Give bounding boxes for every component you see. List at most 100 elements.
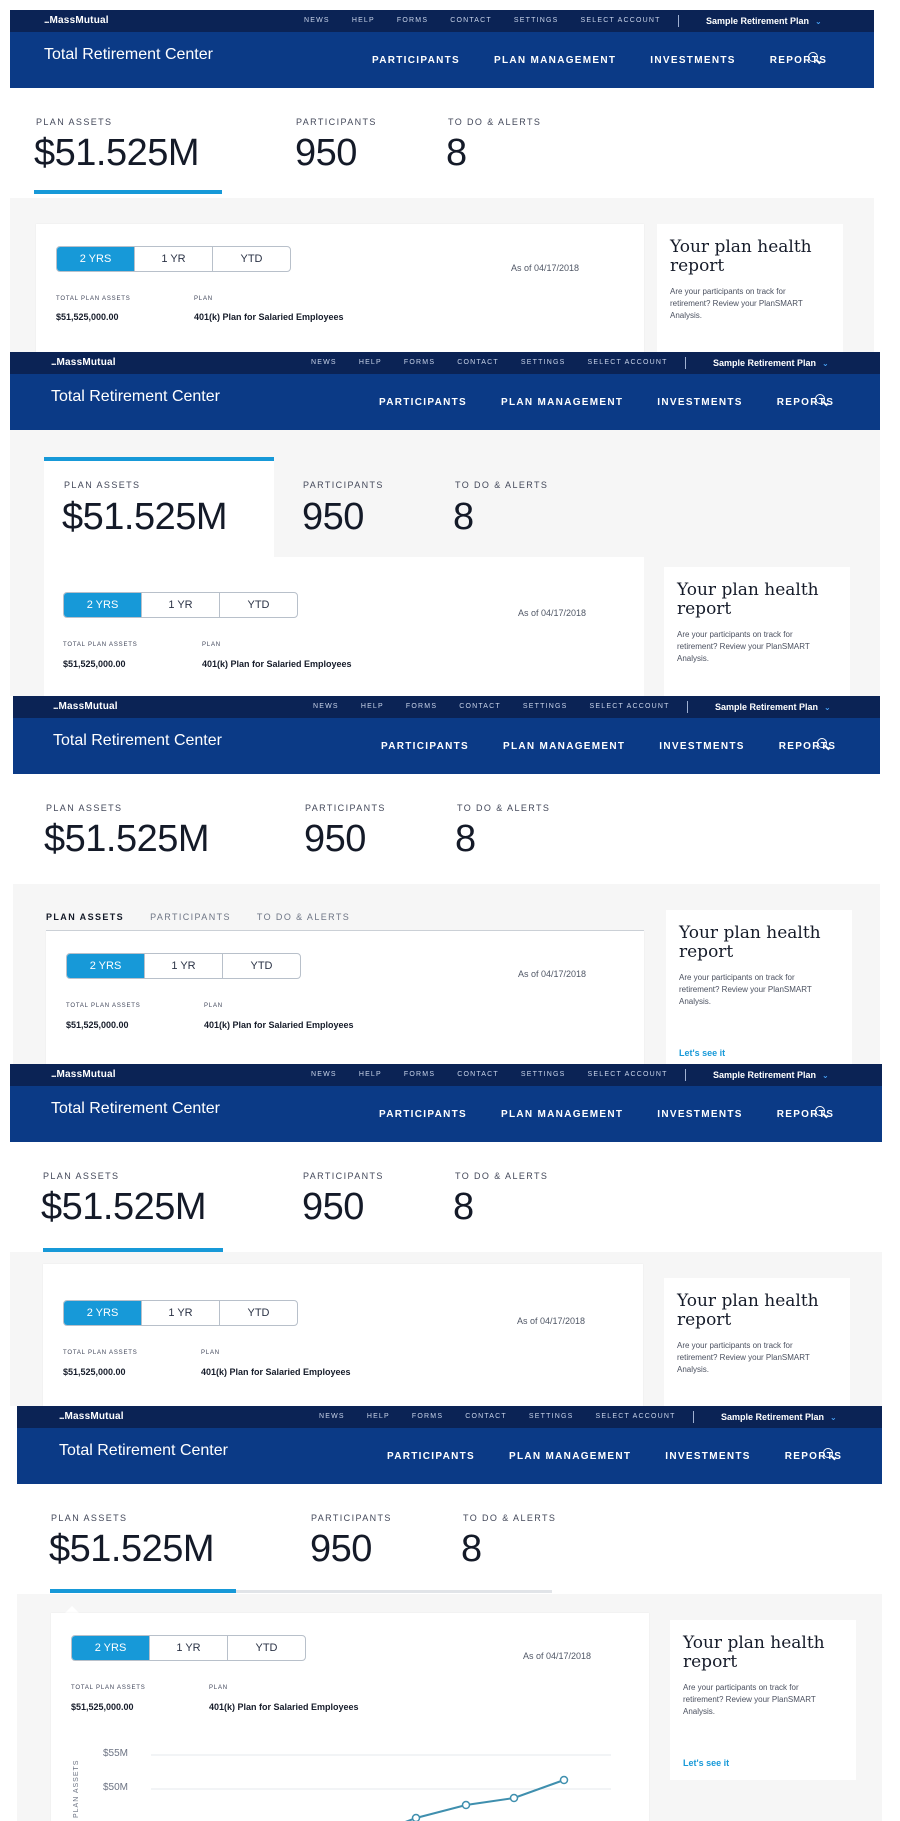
nav-participants[interactable]: PARTICIPANTS <box>381 741 469 752</box>
stat-value-plan-assets[interactable]: $51.525M <box>41 1186 207 1229</box>
utility-link-help[interactable]: HELP <box>361 703 384 710</box>
utility-nav: NEWS HELP FORMS CONTACT SETTINGS SELECT … <box>319 1413 676 1420</box>
massmutual-logo[interactable]: ...MassMutual <box>59 1411 124 1422</box>
plan-selector[interactable]: Sample Retirement Plan ⌄ <box>721 1412 837 1422</box>
plan-selector[interactable]: Sample Retirement Plan ⌄ <box>713 358 829 368</box>
range-ytd-button[interactable]: YTD <box>212 247 290 271</box>
massmutual-logo[interactable]: ...MassMutual <box>51 1069 116 1080</box>
range-1yr-button[interactable]: 1 YR <box>134 247 212 271</box>
search-icon[interactable] <box>817 738 830 751</box>
stat-value-participants[interactable]: 950 <box>310 1528 372 1571</box>
stat-value-plan-assets[interactable]: $51.525M <box>44 818 210 861</box>
stat-label-participants: PARTICIPANTS <box>305 803 386 813</box>
utility-link-settings[interactable]: SETTINGS <box>521 1071 566 1078</box>
utility-link-settings[interactable]: SETTINGS <box>529 1413 574 1420</box>
utility-link-forms[interactable]: FORMS <box>406 703 437 710</box>
utility-link-settings[interactable]: SETTINGS <box>523 703 568 710</box>
range-2yrs-button[interactable]: 2 YRS <box>64 593 141 617</box>
nav-plan-management[interactable]: PLAN MANAGEMENT <box>503 741 625 752</box>
utility-link-select-account[interactable]: SELECT ACCOUNT <box>588 1071 668 1078</box>
nav-participants[interactable]: PARTICIPANTS <box>379 1109 467 1120</box>
utility-link-help[interactable]: HELP <box>359 359 382 366</box>
search-icon[interactable] <box>815 1106 828 1119</box>
range-ytd-button[interactable]: YTD <box>222 954 300 978</box>
range-2yrs-button[interactable]: 2 YRS <box>64 1301 141 1325</box>
utility-link-news[interactable]: NEWS <box>319 1413 345 1420</box>
nav-investments[interactable]: INVESTMENTS <box>650 55 735 66</box>
utility-bar: ...MassMutual NEWS HELP FORMS CONTACT SE… <box>10 1064 882 1086</box>
plan-name: 401(k) Plan for Salaried Employees <box>194 312 344 322</box>
stat-value-participants[interactable]: 950 <box>295 132 357 175</box>
massmutual-logo[interactable]: ...MassMutual <box>53 701 118 712</box>
utility-link-contact[interactable]: CONTACT <box>457 359 499 366</box>
search-icon[interactable] <box>808 52 821 65</box>
app-title[interactable]: Total Retirement Center <box>51 388 220 406</box>
utility-link-contact[interactable]: CONTACT <box>450 17 492 24</box>
range-1yr-button[interactable]: 1 YR <box>141 593 219 617</box>
utility-link-contact[interactable]: CONTACT <box>465 1413 507 1420</box>
plan-selector[interactable]: Sample Retirement Plan ⌄ <box>706 16 822 26</box>
app-title[interactable]: Total Retirement Center <box>53 732 222 750</box>
main-nav: PARTICIPANTS PLAN MANAGEMENT INVESTMENTS… <box>379 1109 834 1120</box>
utility-link-contact[interactable]: CONTACT <box>459 703 501 710</box>
range-ytd-button[interactable]: YTD <box>219 1301 297 1325</box>
stat-value-participants[interactable]: 950 <box>302 1186 364 1229</box>
stat-value-alerts[interactable]: 8 <box>453 1186 474 1229</box>
stat-value-alerts[interactable]: 8 <box>455 818 476 861</box>
stat-value-alerts[interactable]: 8 <box>453 496 474 539</box>
utility-link-help[interactable]: HELP <box>359 1071 382 1078</box>
nav-participants[interactable]: PARTICIPANTS <box>387 1451 475 1462</box>
utility-link-settings[interactable]: SETTINGS <box>514 17 559 24</box>
utility-link-news[interactable]: NEWS <box>313 703 339 710</box>
nav-plan-management[interactable]: PLAN MANAGEMENT <box>509 1451 631 1462</box>
range-2yrs-button[interactable]: 2 YRS <box>57 247 134 271</box>
stat-value-plan-assets[interactable]: $51.525M <box>62 496 228 539</box>
range-1yr-button[interactable]: 1 YR <box>144 954 222 978</box>
range-ytd-button[interactable]: YTD <box>219 593 297 617</box>
stat-value-alerts[interactable]: 8 <box>446 132 467 175</box>
app-title[interactable]: Total Retirement Center <box>51 1100 220 1118</box>
utility-link-select-account[interactable]: SELECT ACCOUNT <box>596 1413 676 1420</box>
utility-link-forms[interactable]: FORMS <box>397 17 428 24</box>
health-link[interactable]: Let's see it <box>683 1758 729 1768</box>
utility-link-contact[interactable]: CONTACT <box>457 1071 499 1078</box>
stat-value-participants[interactable]: 950 <box>304 818 366 861</box>
health-link[interactable]: Let's see it <box>679 1048 725 1058</box>
massmutual-logo[interactable]: ...MassMutual <box>44 15 109 26</box>
utility-link-select-account[interactable]: SELECT ACCOUNT <box>588 359 668 366</box>
range-2yrs-button[interactable]: 2 YRS <box>67 954 144 978</box>
stat-value-plan-assets[interactable]: $51.525M <box>34 132 200 175</box>
stat-value-plan-assets[interactable]: $51.525M <box>49 1528 215 1571</box>
utility-link-help[interactable]: HELP <box>352 17 375 24</box>
app-title[interactable]: Total Retirement Center <box>44 46 213 64</box>
stat-value-participants[interactable]: 950 <box>302 496 364 539</box>
nav-plan-management[interactable]: PLAN MANAGEMENT <box>494 55 616 66</box>
search-icon[interactable] <box>815 394 828 407</box>
massmutual-logo[interactable]: ...MassMutual <box>51 357 116 368</box>
utility-link-select-account[interactable]: SELECT ACCOUNT <box>590 703 670 710</box>
app-title[interactable]: Total Retirement Center <box>59 1442 228 1460</box>
nav-investments[interactable]: INVESTMENTS <box>665 1451 750 1462</box>
utility-link-select-account[interactable]: SELECT ACCOUNT <box>581 17 661 24</box>
nav-plan-management[interactable]: PLAN MANAGEMENT <box>501 397 623 408</box>
utility-link-settings[interactable]: SETTINGS <box>521 359 566 366</box>
nav-investments[interactable]: INVESTMENTS <box>659 741 744 752</box>
nav-investments[interactable]: INVESTMENTS <box>657 1109 742 1120</box>
search-icon[interactable] <box>823 1448 836 1461</box>
range-1yr-button[interactable]: 1 YR <box>141 1301 219 1325</box>
plan-selector[interactable]: Sample Retirement Plan ⌄ <box>713 1070 829 1080</box>
plan-label: PLAN <box>201 1350 220 1356</box>
utility-link-help[interactable]: HELP <box>367 1413 390 1420</box>
utility-link-news[interactable]: NEWS <box>311 359 337 366</box>
utility-link-forms[interactable]: FORMS <box>404 359 435 366</box>
utility-link-forms[interactable]: FORMS <box>412 1413 443 1420</box>
plan-selector[interactable]: Sample Retirement Plan ⌄ <box>715 702 831 712</box>
nav-participants[interactable]: PARTICIPANTS <box>372 55 460 66</box>
utility-link-news[interactable]: NEWS <box>304 17 330 24</box>
utility-link-news[interactable]: NEWS <box>311 1071 337 1078</box>
nav-investments[interactable]: INVESTMENTS <box>657 397 742 408</box>
utility-link-forms[interactable]: FORMS <box>404 1071 435 1078</box>
nav-participants[interactable]: PARTICIPANTS <box>379 397 467 408</box>
stat-value-alerts[interactable]: 8 <box>461 1528 482 1571</box>
nav-plan-management[interactable]: PLAN MANAGEMENT <box>501 1109 623 1120</box>
